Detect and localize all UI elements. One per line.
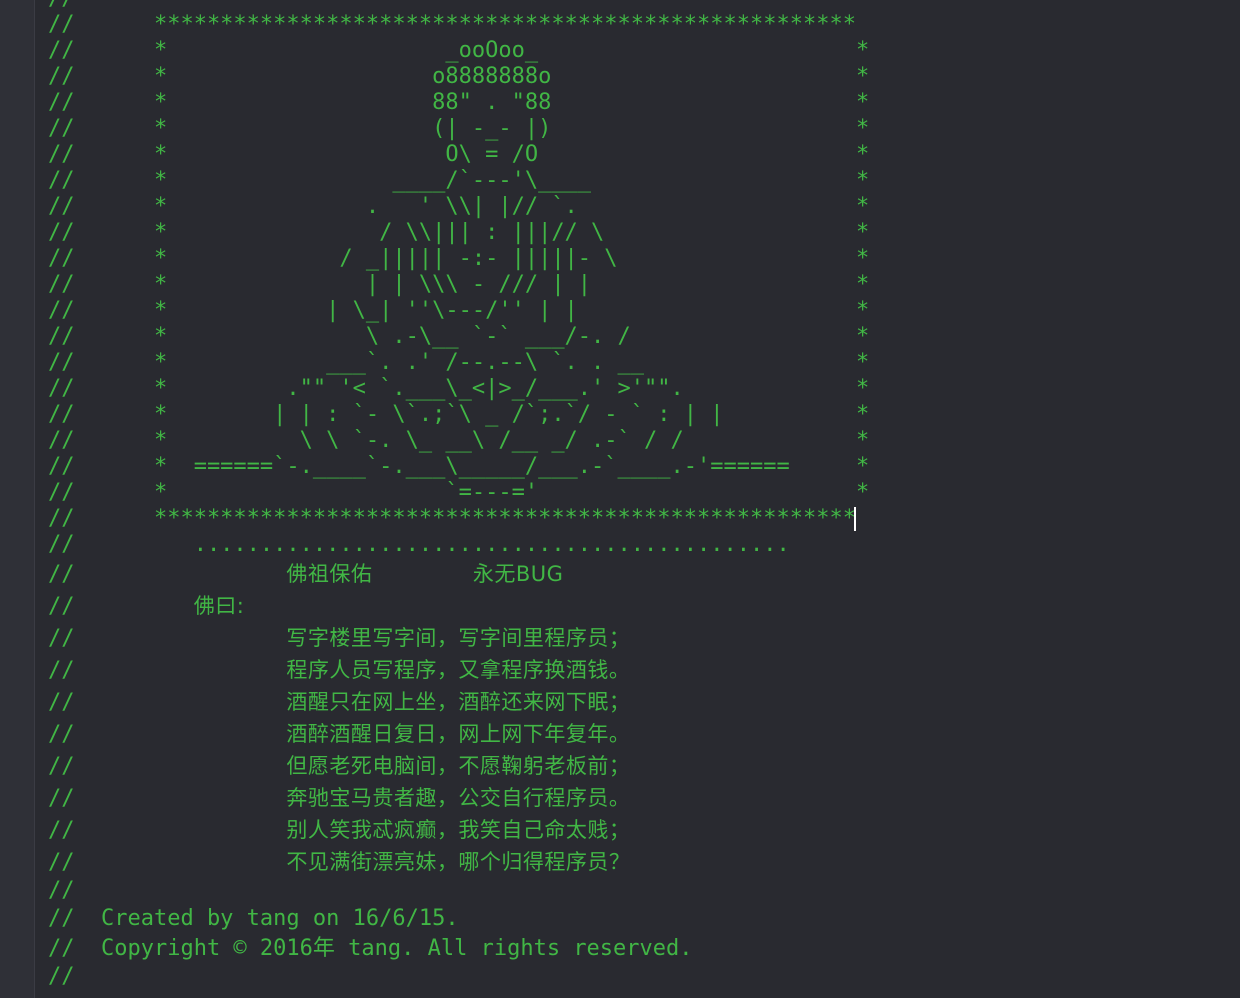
poem-line: // 奔驰宝马贵者趣，公交自行程序员。 bbox=[48, 782, 869, 814]
ascii-line: // * | | \\\ - /// | | * bbox=[48, 272, 870, 297]
poem-line-prefix: // bbox=[48, 722, 287, 747]
poem-line-prefix: // bbox=[48, 786, 287, 811]
poem-line-prefix: // bbox=[48, 850, 287, 875]
poem-line: // 程序人员写程序，又拿程序换酒钱。 bbox=[48, 654, 869, 686]
poem-line: // 别人笑我忒疯癫，我笑自己命太贱； bbox=[48, 814, 869, 846]
poem-line-prefix: // bbox=[48, 754, 287, 779]
blessing-text: 佛祖保佑 永无BUG bbox=[286, 562, 564, 586]
poem-line: // 酒醉酒醒日复日，网上网下年复年。 bbox=[48, 718, 869, 750]
buddha-says-prefix: // bbox=[48, 594, 194, 619]
ascii-line: // * O\ = /O * bbox=[48, 142, 870, 167]
ascii-line: // * `=---=' * bbox=[48, 480, 870, 505]
ascii-line: // * \ \ `-. \_ __\ /__ _/ .-` / / * bbox=[48, 428, 870, 453]
poem-line-text: 程序人员写程序，又拿程序换酒钱。 bbox=[286, 658, 631, 682]
poem-line-text: 酒醒只在网上坐，酒醉还来网下眠； bbox=[286, 690, 631, 714]
ascii-line: // * ."" '< `.___\_<|>_/___.' >'"". * bbox=[48, 376, 870, 401]
text-caret bbox=[853, 507, 856, 531]
poem-line: // 不见满街漂亮妹，哪个归得程序员？ bbox=[48, 846, 869, 878]
poem-block: // 写字楼里写字间，写字间里程序员；// 程序人员写程序，又拿程序换酒钱。//… bbox=[48, 622, 869, 878]
ascii-line: // * (| -_- |) * bbox=[48, 116, 870, 141]
blessing-line: // 佛祖保佑 永无BUG bbox=[48, 558, 869, 590]
poem-line-text: 别人笑我忒疯癫，我笑自己命太贱； bbox=[286, 818, 631, 842]
ascii-line: // * o8888888o * bbox=[48, 64, 870, 89]
blessing-prefix: // bbox=[48, 562, 287, 587]
buddha-says-text: 佛曰: bbox=[193, 594, 245, 618]
poem-line: // 酒醒只在网上坐，酒醉还来网下眠； bbox=[48, 686, 869, 718]
border-bottom-line: // *************************************… bbox=[48, 506, 869, 532]
poem-line-text: 写字楼里写字间，写字间里程序员； bbox=[286, 626, 631, 650]
copyright-line: // Copyright © 2016年 tang. All rights re… bbox=[48, 936, 693, 961]
line-gutter bbox=[0, 0, 35, 998]
ascii-line: // * _ooOoo_ * bbox=[48, 38, 870, 63]
dots-line: // .....................................… bbox=[48, 532, 790, 557]
poem-line-text: 奔驰宝马贵者趣，公交自行程序员。 bbox=[286, 786, 631, 810]
ascii-art-block: //// ***********************************… bbox=[48, 0, 869, 506]
ascii-line: // * | \_| ''\---/'' | | * bbox=[48, 298, 870, 323]
ascii-line: // * 88" . "88 * bbox=[48, 90, 870, 115]
ascii-line: // * / _||||| -:- |||||- \ * bbox=[48, 246, 870, 271]
ascii-line: // * . ' \\| |// `. * bbox=[48, 194, 870, 219]
buddha-says-line: // 佛曰: bbox=[48, 590, 869, 622]
code-editor[interactable]: //// ***********************************… bbox=[0, 0, 1240, 998]
ascii-line: // *************************************… bbox=[48, 12, 856, 37]
ascii-line: // * / \\||| : |||// \ * bbox=[48, 220, 870, 245]
poem-line-prefix: // bbox=[48, 818, 287, 843]
ascii-line: // * \ .-\__ `-` ___/-. / * bbox=[48, 324, 870, 349]
code-area[interactable]: //// ***********************************… bbox=[48, 0, 869, 990]
blank-comment-line: // bbox=[48, 878, 75, 903]
last-comment-line: // bbox=[48, 964, 75, 989]
poem-line-prefix: // bbox=[48, 658, 287, 683]
poem-line-text: 但愿老死电脑间，不愿鞠躬老板前； bbox=[286, 754, 631, 778]
ascii-line: // * | | : `- \`.;`\ _ /`;.`/ - ` : | | … bbox=[48, 402, 870, 427]
poem-line: // 写字楼里写字间，写字间里程序员； bbox=[48, 622, 869, 654]
poem-line-prefix: // bbox=[48, 690, 287, 715]
ascii-line: // bbox=[48, 0, 869, 12]
created-by-line: // Created by tang on 16/6/15. bbox=[48, 906, 459, 931]
poem-line-prefix: // bbox=[48, 626, 287, 651]
ascii-line: // * ___`. .' /--.--\ `. . __ * bbox=[48, 350, 870, 375]
poem-line: // 但愿老死电脑间，不愿鞠躬老板前； bbox=[48, 750, 869, 782]
poem-line-text: 酒醉酒醒日复日，网上网下年复年。 bbox=[286, 722, 631, 746]
ascii-line: // * ======`-.____`-.___\_____/___.-`___… bbox=[48, 454, 870, 479]
ascii-line: // * ____/`---'\____ * bbox=[48, 168, 870, 193]
border-bottom-text: // *************************************… bbox=[48, 506, 856, 531]
poem-line-text: 不见满街漂亮妹，哪个归得程序员？ bbox=[286, 850, 631, 874]
